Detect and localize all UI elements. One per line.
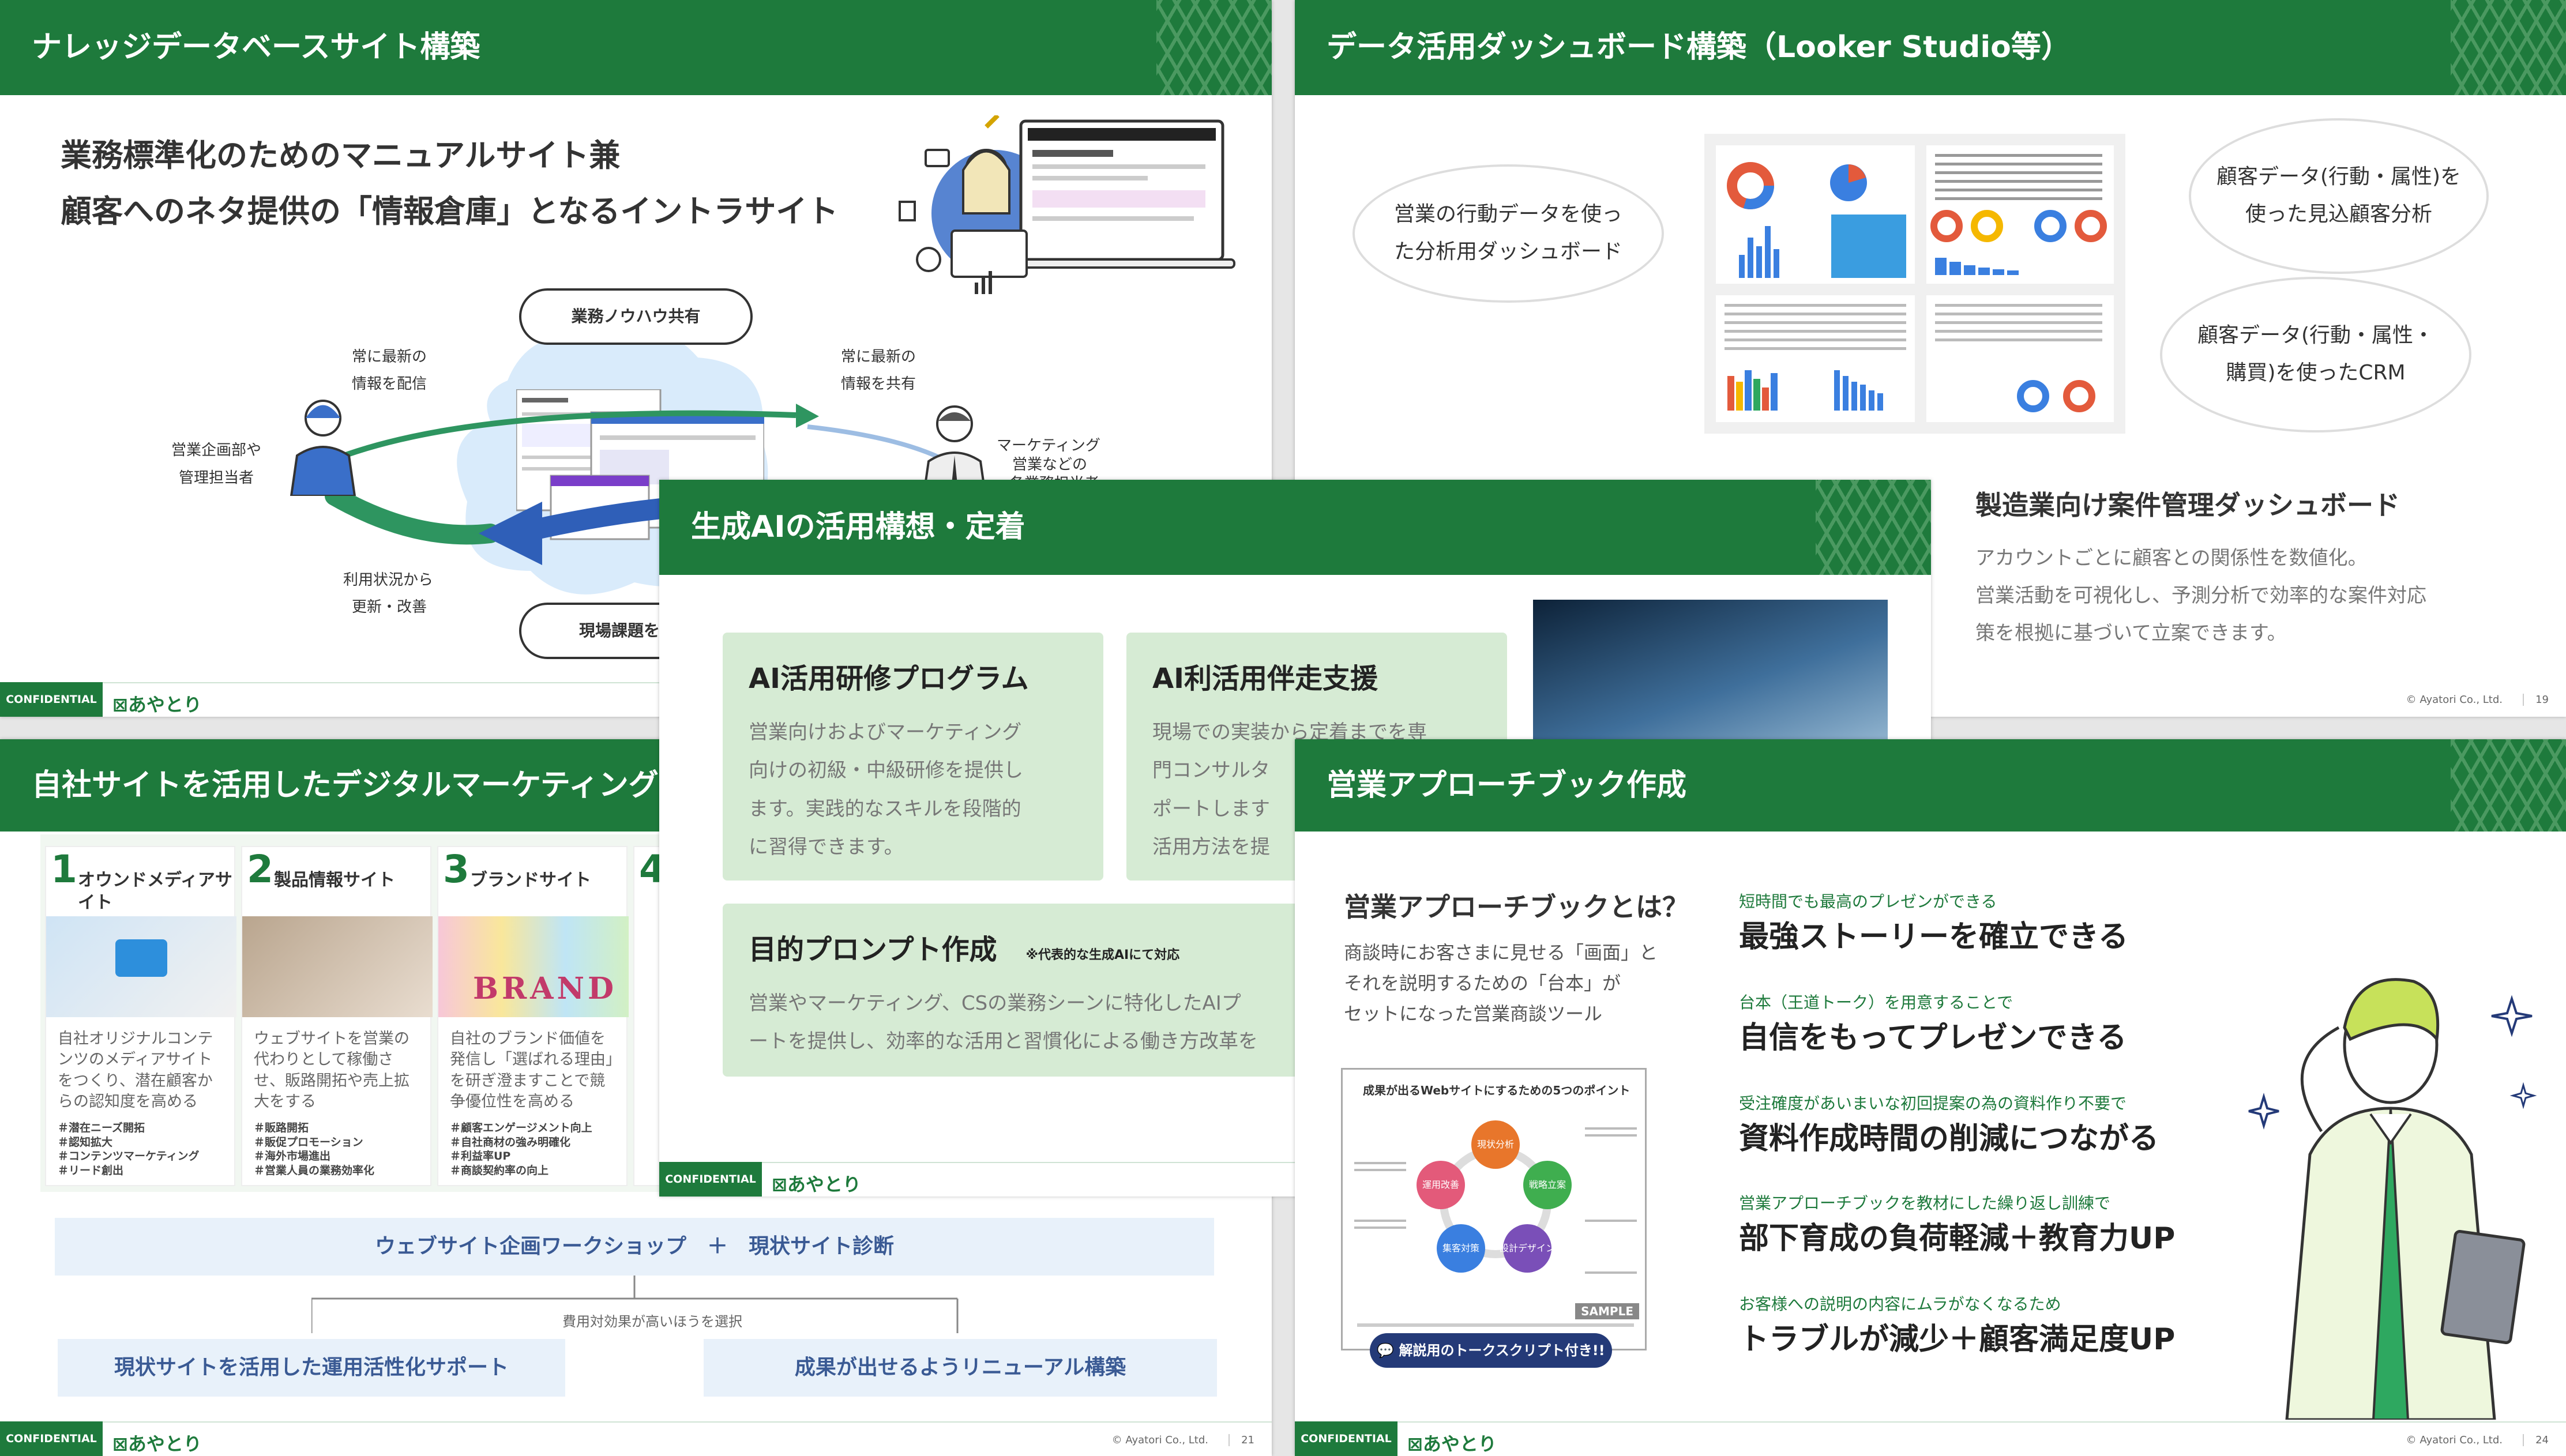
page-number: 19	[2523, 694, 2549, 706]
what-line-2: それを説明するための「台本」が	[1344, 972, 1621, 994]
copyright: © Ayatori Co., Ltd.	[1111, 1434, 1208, 1446]
confidential-label: CONFIDENTIAL	[0, 1421, 103, 1456]
what-title: 営業アプローチブックとは？	[1344, 891, 1689, 923]
logo-mark-icon: ⊠	[112, 694, 128, 716]
person-left-label-1: 営業企画部や	[171, 442, 262, 459]
dashboard-mockup-graphic	[1716, 145, 2114, 422]
right-caption-2: 情報を共有	[841, 375, 916, 393]
speech-bubble-icon	[115, 939, 167, 977]
knowhow-share-pill: 業務ノウハウ共有	[519, 288, 753, 345]
copyright: © Ayatori Co., Ltd.	[2406, 1434, 2503, 1446]
manager-person-icon	[290, 400, 356, 496]
site-type-brand: 3 ブランドサイト BRAND 自社のブランド価値を発信し「選ばれる理由」を研ぎ…	[437, 846, 629, 1186]
bottom-caption-1: 利用状況から	[343, 571, 434, 589]
company-logo: ⊠あやとり	[112, 1433, 202, 1455]
knowledge-site-illustration	[899, 115, 1235, 294]
svg-text:運用改善: 運用改善	[1422, 1179, 1459, 1190]
slide-header: 営業アプローチブック作成	[1295, 739, 2566, 832]
person-right-label-1: マーケティング	[997, 437, 1100, 454]
header-pattern	[2451, 0, 2566, 95]
approach-book-sample: 成果が出るWebサイトにするための5つのポイント 現状分析 戦略立案 設計デザイ…	[1341, 1068, 1647, 1350]
slide-header: 生成AIの活用構想・定着	[659, 480, 1931, 575]
slide-title: 生成AIの活用構想・定着	[691, 510, 1025, 544]
slide-header: ナレッジデータベースサイト構築	[0, 0, 1272, 95]
dashboard-subtitle: 製造業向け案件管理ダッシュボード	[1975, 490, 2400, 521]
card-ai-training: AI活用研修プログラム 営業向けおよびマーケティング 向けの初級・中級研修を提供し…	[723, 633, 1103, 881]
site-type-product-info: 2 製品情報サイト ウェブサイトを営業の代わりとして稼働させ、販路開拓や売上拡大…	[241, 846, 433, 1186]
owned-media-photo	[46, 916, 236, 1017]
svg-text:設計デザイン: 設計デザイン	[1500, 1243, 1555, 1254]
left-caption-1: 常に最新の	[352, 348, 427, 366]
logo-mark-icon: ⊠	[772, 1173, 787, 1195]
svg-text:戦略立案: 戦略立案	[1529, 1179, 1566, 1190]
headline-line-1: 業務標準化のためのマニュアルサイト兼	[61, 137, 621, 174]
dashboard-desc-2: 営業活動を可視化し、予測分析で効率的な案件対応	[1975, 584, 2426, 607]
what-line-3: セットになった営業商談ツール	[1344, 1003, 1603, 1025]
slide-approach-book: 営業アプローチブック作成 営業アプローチブックとは？ 商談時にお客さまに見せる「…	[1295, 739, 2566, 1456]
brand-photo: BRAND	[438, 916, 629, 1017]
headline-line-2: 顧客へのネタ提供の「情報倉庫」となるイントラサイト	[61, 193, 839, 230]
option-renewal: 成果が出せるようリニューアル構築	[704, 1339, 1217, 1397]
ellipse-prospect-analysis: 顧客データ(行動・属性)を 使った見込顧客分析	[2189, 118, 2489, 274]
header-pattern	[1156, 0, 1272, 95]
talk-script-badge: 💬 解説用のトークスクリプト付き!!	[1370, 1333, 1612, 1368]
header-pattern	[1816, 480, 1931, 575]
slide-title: 自社サイトを活用したデジタルマーケティング	[32, 768, 659, 803]
confidential-label: CONFIDENTIAL	[659, 1162, 762, 1197]
left-caption-2: 情報を配信	[352, 375, 427, 393]
right-caption-1: 常に最新の	[841, 348, 916, 366]
svg-text:集客対策: 集客対策	[1442, 1243, 1479, 1254]
site-type-owned-media: 1 オウンドメディアサイト 自社オリジナルコンテンツのメディアサイトをつくり、潜…	[45, 846, 236, 1186]
person-right-label-2: 営業などの	[1012, 456, 1088, 473]
slide-footer: CONFIDENTIAL ⊠あやとり © Ayatori Co., Ltd. 2…	[1295, 1421, 2566, 1456]
slide-title: 営業アプローチブック作成	[1327, 768, 1687, 803]
slide-footer: CONFIDENTIAL ⊠あやとり © Ayatori Co., Ltd. 2…	[0, 1421, 1272, 1456]
logo-mark-icon: ⊠	[112, 1433, 128, 1455]
dashboard-screenshots	[1704, 134, 2125, 434]
copyright: © Ayatori Co., Ltd.	[2406, 694, 2503, 706]
workshop-bar: ウェブサイト企画ワークショップ ＋ 現状サイト診断	[55, 1218, 1214, 1276]
dashboard-desc-3: 策を根拠に基づいて立案できます。	[1975, 622, 2287, 645]
select-note: 費用対効果が高いほうを選択	[557, 1310, 748, 1330]
five-points-diagram: 現状分析 戦略立案 設計デザイン 集客対策 運用改善	[1354, 1120, 1637, 1274]
company-logo: ⊠あやとり	[772, 1173, 861, 1195]
slide-header: データ活用ダッシュボード構築（Looker Studio等）	[1295, 0, 2566, 95]
ellipse-crm: 顧客データ(行動・属性・ 購買)を使ったCRM	[2160, 277, 2471, 432]
person-left-label-2: 管理担当者	[179, 469, 254, 487]
option-operation-support: 現状サイトを活用した運用活性化サポート	[58, 1339, 565, 1397]
what-line-1: 商談時にお客さまに見せる「画面」と	[1344, 942, 1658, 964]
office-photo	[1533, 600, 1888, 761]
businessman-illustration	[2248, 978, 2537, 1420]
company-logo: ⊠あやとり	[1407, 1433, 1497, 1455]
logo-mark-icon: ⊠	[1407, 1433, 1423, 1455]
confidential-label: CONFIDENTIAL	[1295, 1421, 1397, 1456]
slide-title: ナレッジデータベースサイト構築	[32, 30, 480, 65]
ellipse-sales-activity: 営業の行動データを使っ た分析用ダッシュボード	[1352, 164, 1664, 303]
confidential-label: CONFIDENTIAL	[0, 682, 103, 717]
chat-icon: 💬	[1377, 1342, 1399, 1359]
page-number: 24	[2523, 1434, 2549, 1446]
dashboard-desc-1: アカウントごとに顧客との関係性を数値化。	[1975, 547, 2368, 570]
company-logo: ⊠あやとり	[112, 694, 202, 716]
slide-title: データ活用ダッシュボード構築（Looker Studio等）	[1327, 30, 2071, 65]
header-pattern	[2451, 739, 2566, 832]
product-info-photo	[242, 916, 433, 1017]
svg-text:現状分析: 現状分析	[1477, 1139, 1514, 1150]
page-number: 21	[1228, 1434, 1254, 1446]
bottom-caption-2: 更新・改善	[352, 599, 427, 616]
